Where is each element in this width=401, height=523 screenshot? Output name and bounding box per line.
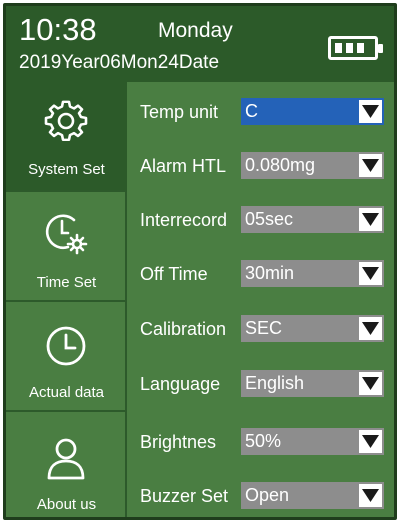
- dropdown-arrow-icon[interactable]: [359, 262, 382, 285]
- dropdown-arrow-icon[interactable]: [359, 372, 382, 395]
- sidebar-nav: System Set Time Set Actual data About us: [6, 82, 127, 517]
- sidebar-item-label: Time Set: [36, 274, 97, 291]
- calibration-select[interactable]: SEC: [241, 315, 384, 342]
- select-value: English: [245, 373, 305, 393]
- settings-panel: Temp unit C Alarm HTL 0.080mg Interrecor…: [127, 82, 394, 517]
- interrecord-select[interactable]: 05sec: [241, 206, 384, 233]
- brightness-select[interactable]: 50%: [241, 428, 384, 455]
- gear-icon: [44, 100, 88, 142]
- setting-label: Calibration: [140, 319, 227, 339]
- sidebar-item-system-set[interactable]: System Set: [6, 82, 127, 192]
- weekday-label: Monday: [158, 19, 233, 42]
- setting-row-off-time: Off Time 30min: [127, 260, 394, 290]
- clock-gear-icon: [45, 214, 88, 255]
- dropdown-arrow-icon[interactable]: [359, 484, 382, 507]
- select-value: 05sec: [245, 209, 294, 229]
- setting-label: Alarm HTL: [140, 156, 227, 176]
- setting-row-language: Language English: [127, 370, 394, 400]
- setting-label: Buzzer Set: [140, 486, 229, 506]
- setting-label: Temp unit: [140, 102, 219, 122]
- setting-row-interrecord: Interrecord 05sec: [127, 206, 394, 236]
- dropdown-arrow-icon[interactable]: [359, 100, 382, 123]
- setting-label: Off Time: [140, 264, 208, 284]
- setting-label: Brightnes: [140, 432, 217, 452]
- setting-row-brightness: Brightnes 50%: [127, 428, 394, 458]
- clock-icon: [46, 326, 86, 366]
- temp-unit-select[interactable]: C: [241, 98, 384, 125]
- language-select[interactable]: English: [241, 370, 384, 397]
- alarm-htl-select[interactable]: 0.080mg: [241, 152, 384, 179]
- select-value: C: [245, 101, 258, 121]
- sidebar-item-about-us[interactable]: About us: [6, 412, 127, 517]
- dropdown-arrow-icon[interactable]: [359, 154, 382, 177]
- setting-label: Language: [140, 374, 221, 394]
- select-value: Open: [245, 485, 290, 505]
- battery-bar: [335, 43, 342, 53]
- device-screen: 10:38 Monday 2019Year06Mon24Date System …: [3, 3, 397, 520]
- clock-time: 10:38: [19, 12, 97, 47]
- battery-bar: [346, 43, 353, 53]
- dropdown-arrow-icon[interactable]: [359, 208, 382, 231]
- select-value: 0.080mg: [245, 155, 316, 175]
- date-label: 2019Year06Mon24Date: [19, 52, 220, 73]
- off-time-select[interactable]: 30min: [241, 260, 384, 287]
- dropdown-arrow-icon[interactable]: [359, 317, 382, 340]
- select-value: SEC: [245, 318, 283, 338]
- battery-bar: [357, 43, 364, 53]
- select-value: 50%: [245, 431, 282, 451]
- user-icon: [47, 438, 85, 480]
- sidebar-item-label: Actual data: [28, 384, 105, 401]
- setting-row-alarm-htl: Alarm HTL 0.080mg: [127, 152, 394, 182]
- sidebar-item-time-set[interactable]: Time Set: [6, 192, 127, 302]
- setting-label: Interrecord: [140, 210, 228, 230]
- sidebar-item-actual-data[interactable]: Actual data: [6, 302, 127, 412]
- sidebar-item-label: System Set: [28, 161, 105, 178]
- dropdown-arrow-icon[interactable]: [359, 430, 382, 453]
- sidebar-item-label: About us: [36, 496, 97, 513]
- setting-row-calibration: Calibration SEC: [127, 315, 394, 345]
- setting-row-temp-unit: Temp unit C: [127, 98, 394, 128]
- select-value: 30min: [245, 263, 295, 283]
- buzzer-set-select[interactable]: Open: [241, 482, 384, 509]
- setting-row-buzzer-set: Buzzer Set Open: [127, 482, 394, 512]
- battery-icon: [328, 36, 383, 60]
- status-header: 10:38 Monday 2019Year06Mon24Date: [6, 6, 394, 82]
